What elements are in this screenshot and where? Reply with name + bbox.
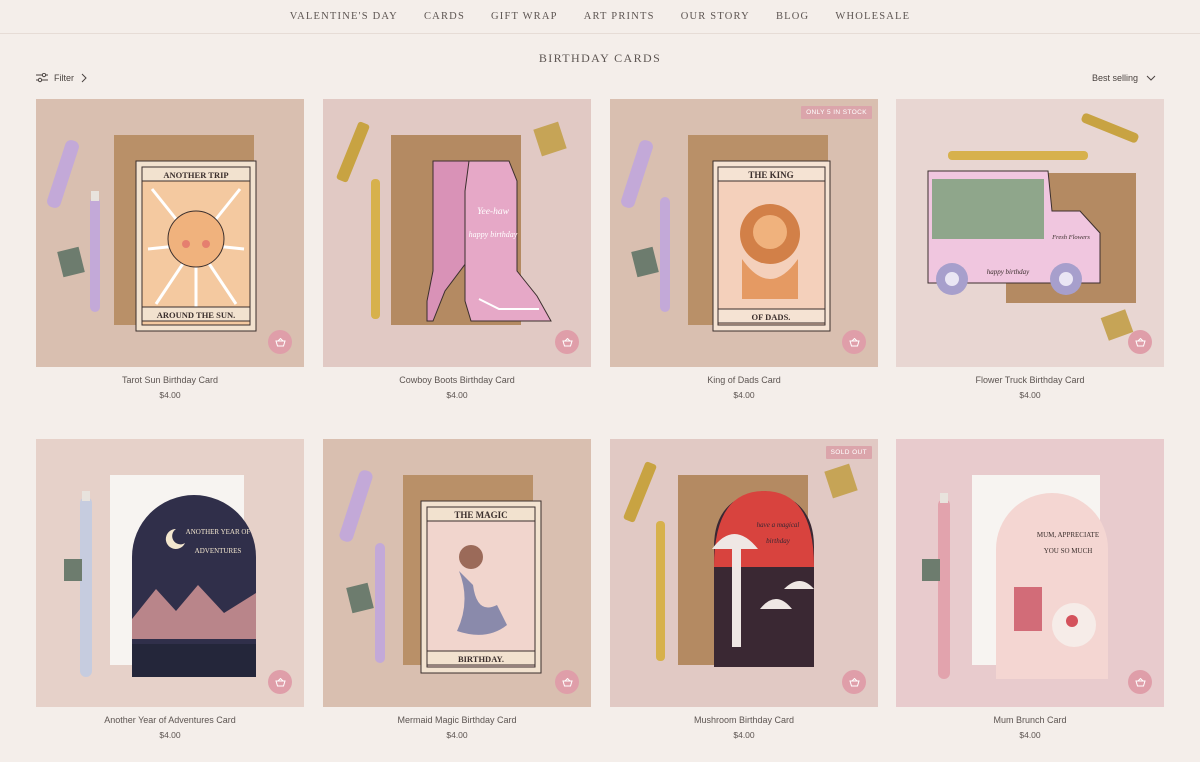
- nav-item-valentines-day[interactable]: VALENTINE'S DAY: [277, 11, 411, 22]
- card-art-text-top: Fresh Flowers: [1051, 234, 1090, 241]
- product-image[interactable]: Yee-haw happy birthday: [323, 99, 591, 367]
- add-to-cart-button[interactable]: [555, 330, 579, 354]
- card-art-text-bottom: OF DADS.: [752, 312, 791, 322]
- basket-icon: [561, 677, 573, 686]
- product-price: $4.00: [1019, 730, 1041, 740]
- nav-item-blog[interactable]: BLOG: [763, 11, 822, 22]
- sold-out-badge: SOLD OUT: [825, 446, 872, 459]
- product-name[interactable]: King of Dads Card: [610, 375, 878, 385]
- basket-icon: [274, 337, 286, 346]
- product-image[interactable]: THE KING OF DADS. ONLY 5 IN STOCK: [610, 99, 878, 367]
- card-art-text-top: THE MAGIC: [454, 510, 507, 520]
- product-card[interactable]: MUM, APPRECIATE YOU SO MUCH Mum Brunch C…: [896, 439, 1164, 740]
- nav-item-cards[interactable]: CARDS: [411, 11, 478, 22]
- product-price: $4.00: [733, 390, 755, 400]
- product-image[interactable]: have a magical birthday SOLD OUT: [610, 439, 878, 707]
- product-name[interactable]: Mermaid Magic Birthday Card: [323, 715, 591, 725]
- product-name[interactable]: Another Year of Adventures Card: [36, 715, 304, 725]
- add-to-cart-button[interactable]: [268, 330, 292, 354]
- product-card[interactable]: Fresh Flowers happy birthday Flower Truc…: [896, 99, 1164, 400]
- add-to-cart-button[interactable]: [842, 670, 866, 694]
- product-card[interactable]: THE MAGIC BIRTHDAY. Mermaid Magic Birthd…: [323, 439, 591, 740]
- top-navigation: VALENTINE'S DAY CARDS GIFT WRAP ART PRIN…: [0, 0, 1200, 34]
- card-art-text-bottom: ADVENTURES: [195, 547, 242, 555]
- nav-item-art-prints[interactable]: ART PRINTS: [571, 11, 668, 22]
- card-art-text-bottom: BIRTHDAY.: [458, 654, 504, 664]
- card-art-text-top: THE KING: [748, 170, 793, 180]
- product-name[interactable]: Mum Brunch Card: [896, 715, 1164, 725]
- chevron-down-icon: [1146, 75, 1156, 81]
- product-price: $4.00: [446, 730, 468, 740]
- product-card[interactable]: have a magical birthday SOLD OUT Mushroo…: [610, 439, 878, 740]
- card-art-text-bottom: YOU SO MUCH: [1044, 547, 1093, 555]
- product-card[interactable]: Yee-haw happy birthday Cowboy Boots Birt…: [323, 99, 591, 400]
- product-name[interactable]: Cowboy Boots Birthday Card: [323, 375, 591, 385]
- basket-icon: [848, 337, 860, 346]
- product-card[interactable]: THE KING OF DADS. ONLY 5 IN STOCK King o…: [610, 99, 878, 400]
- card-art-text-bottom: happy birthday: [469, 230, 518, 239]
- add-to-cart-button[interactable]: [842, 330, 866, 354]
- sort-dropdown[interactable]: Best selling: [1092, 73, 1156, 83]
- basket-icon: [561, 337, 573, 346]
- add-to-cart-button[interactable]: [268, 670, 292, 694]
- card-art-text-top: have a magical: [757, 521, 800, 529]
- product-price: $4.00: [159, 730, 181, 740]
- product-price: $4.00: [1019, 390, 1041, 400]
- basket-icon: [1134, 337, 1146, 346]
- product-card[interactable]: ANOTHER YEAR OF ADVENTURES Another Year …: [36, 439, 304, 740]
- card-art-text-bottom: AROUND THE SUN.: [157, 310, 235, 320]
- basket-icon: [274, 677, 286, 686]
- sliders-icon: [36, 73, 48, 83]
- product-name[interactable]: Mushroom Birthday Card: [610, 715, 878, 725]
- filter-label: Filter: [54, 73, 74, 83]
- card-art-text-top: MUM, APPRECIATE: [1037, 531, 1099, 539]
- product-image[interactable]: THE MAGIC BIRTHDAY.: [323, 439, 591, 707]
- product-image[interactable]: Fresh Flowers happy birthday: [896, 99, 1164, 367]
- chevron-right-icon: [81, 73, 87, 83]
- add-to-cart-button[interactable]: [1128, 330, 1152, 354]
- card-art-text-bottom: happy birthday: [987, 268, 1030, 276]
- product-card[interactable]: ANOTHER TRIP AROUND THE SUN. Tarot Sun B…: [36, 99, 304, 400]
- add-to-cart-button[interactable]: [1128, 670, 1152, 694]
- add-to-cart-button[interactable]: [555, 670, 579, 694]
- product-price: $4.00: [733, 730, 755, 740]
- product-price: $4.00: [159, 390, 181, 400]
- filter-button[interactable]: Filter: [36, 73, 88, 83]
- product-image[interactable]: ANOTHER TRIP AROUND THE SUN.: [36, 99, 304, 367]
- product-name[interactable]: Flower Truck Birthday Card: [896, 375, 1164, 385]
- stock-badge: ONLY 5 IN STOCK: [801, 106, 872, 119]
- page-title: BIRTHDAY CARDS: [538, 51, 662, 65]
- card-art-text-top: ANOTHER YEAR OF: [186, 528, 251, 536]
- product-image[interactable]: ANOTHER YEAR OF ADVENTURES: [36, 439, 304, 707]
- nav-item-our-story[interactable]: OUR STORY: [668, 11, 763, 22]
- product-name[interactable]: Tarot Sun Birthday Card: [36, 375, 304, 385]
- basket-icon: [1134, 677, 1146, 686]
- product-price: $4.00: [446, 390, 468, 400]
- nav-item-gift-wrap[interactable]: GIFT WRAP: [478, 11, 571, 22]
- card-art-text-top: Yee-haw: [477, 207, 510, 217]
- product-image[interactable]: MUM, APPRECIATE YOU SO MUCH: [896, 439, 1164, 707]
- nav-item-wholesale[interactable]: WHOLESALE: [822, 11, 923, 22]
- card-art-text-top: ANOTHER TRIP: [163, 170, 228, 180]
- basket-icon: [848, 677, 860, 686]
- card-art-text-bottom: birthday: [766, 537, 791, 545]
- sort-label: Best selling: [1091, 73, 1138, 83]
